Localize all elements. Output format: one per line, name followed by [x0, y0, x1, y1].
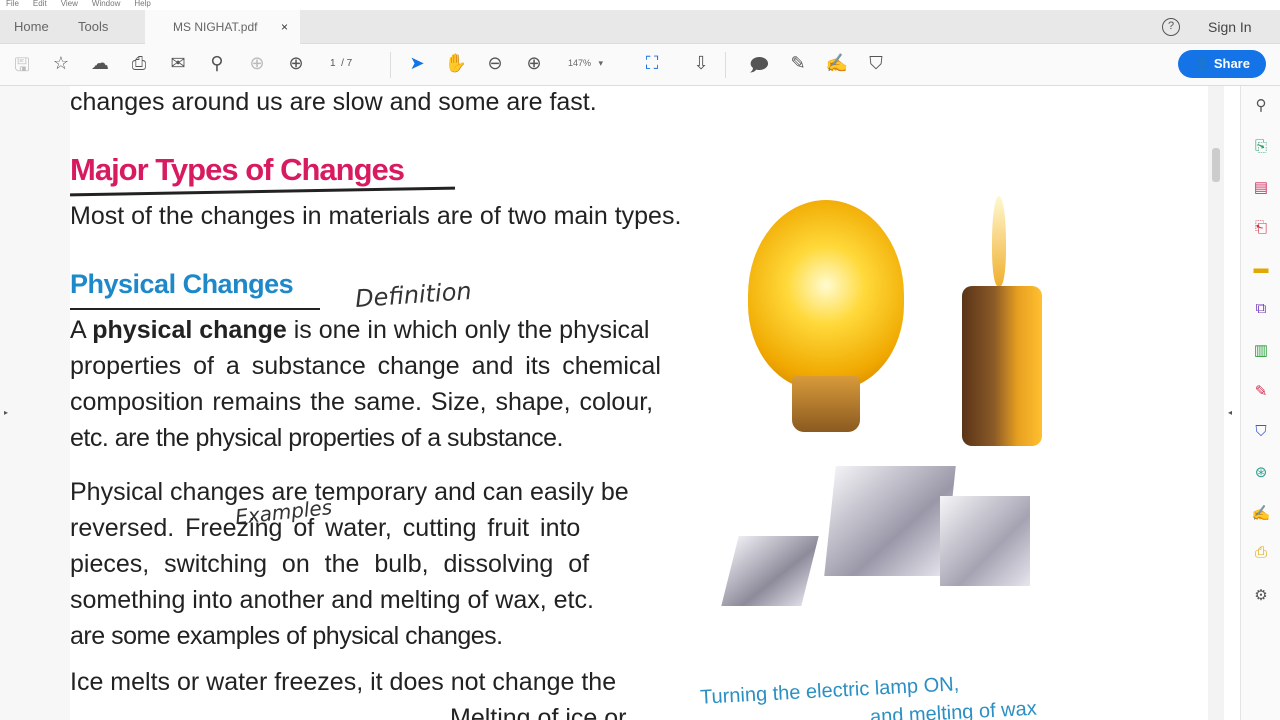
save-icon[interactable]: 🖫	[10, 53, 34, 83]
create-pdf-icon[interactable]: ▤	[1251, 178, 1271, 198]
tab-document[interactable]: MS NIGHAT.pdf ×	[145, 10, 300, 45]
select-cursor-icon[interactable]: ➤	[405, 53, 429, 74]
toolbar: 🖫 ☆ ☁ ⎙ ✉ ⚲ ⊕ ⊕ 1 / 7 ➤ ✋ ⊖ ⊕ 147% ▾ ⛶ ⇩…	[0, 44, 1280, 86]
document-tab-title: MS NIGHAT.pdf	[173, 20, 258, 34]
scroll-mode-icon[interactable]: ⇩	[689, 53, 713, 74]
protect-shield-icon[interactable]: ⛉	[1251, 423, 1271, 443]
ice-cubes-image	[690, 456, 1050, 626]
text-line: pieces, switching on the bulb, dissolvin…	[70, 550, 590, 578]
text-line: reversed. Freezing of water, cutting fru…	[70, 514, 581, 542]
email-icon[interactable]: ✉	[166, 53, 190, 74]
tab-tools[interactable]: Tools	[78, 10, 108, 44]
pdf-page: changes around us are slow and some are …	[70, 86, 1208, 720]
text-line: Most of the changes in materials are of …	[70, 202, 682, 230]
text-line: Melting of ice or	[450, 704, 627, 720]
page-current: 1	[330, 58, 336, 69]
expand-left-panel-icon[interactable]: ▸	[4, 408, 8, 417]
figure-caption: and melting of wax	[869, 697, 1038, 720]
zoom-out-icon[interactable]: ⊖	[483, 53, 507, 74]
text-line: something into another and melting of wa…	[70, 586, 594, 614]
text: is one in which only the physical	[293, 316, 650, 344]
menu-bar: File Edit View Window Help	[0, 0, 1280, 10]
highlight-pen-icon[interactable]: ✎	[786, 53, 810, 74]
sign-icon[interactable]: ✍	[825, 53, 849, 74]
hand-tool-icon[interactable]: ✋	[444, 53, 468, 74]
tab-bar: Home Tools MS NIGHAT.pdf × ? Sign In	[0, 10, 1280, 45]
menu-view[interactable]: View	[61, 0, 78, 10]
candle-image	[950, 196, 1050, 446]
text-line: etc. are the physical properties of a su…	[70, 424, 563, 452]
collapse-right-panel-icon[interactable]: ◂	[1228, 408, 1232, 417]
zoom-level-dropdown[interactable]: 147% ▾	[568, 58, 603, 69]
help-icon[interactable]: ?	[1162, 18, 1180, 36]
organize-pages-icon[interactable]: ▥	[1251, 341, 1271, 361]
underline-mark	[70, 186, 455, 197]
menu-file[interactable]: File	[6, 0, 19, 10]
handwritten-annotation: Definition	[354, 276, 473, 314]
share-label: Share	[1213, 56, 1250, 71]
menu-window[interactable]: Window	[92, 0, 120, 10]
text: A	[70, 316, 86, 344]
close-tab-icon[interactable]: ×	[281, 10, 288, 44]
zoom-value: 147%	[568, 58, 592, 68]
upload-cloud-icon[interactable]: ☁	[88, 53, 112, 74]
search-icon[interactable]: ⚲	[1251, 96, 1271, 116]
text-line: composition remains the same. Size, shap…	[70, 388, 654, 416]
text-line: properties of a substance change and its…	[70, 352, 661, 380]
divider	[725, 52, 726, 78]
page-total: / 7	[341, 58, 353, 69]
menu-help[interactable]: Help	[134, 0, 150, 10]
scrollbar-thumb[interactable]	[1212, 148, 1220, 182]
comment-icon[interactable]: 🗩	[747, 53, 771, 83]
search-zoom-icon[interactable]: ⚲	[205, 53, 229, 74]
print-icon[interactable]: ⎙	[127, 53, 151, 74]
menu-edit[interactable]: Edit	[33, 0, 47, 10]
page-number-input[interactable]: 1 / 7	[330, 58, 352, 69]
right-tools-panel: ⚲ ⎘ ▤ ⎗ ▬ ⧉ ▥ ✎ ⛉ ⊛ ✍ ⎙ ⚙	[1240, 86, 1280, 720]
zoom-in-icon[interactable]: ⊕	[522, 53, 546, 74]
text-line: changes around us are slow and some are …	[70, 88, 597, 116]
fit-page-icon[interactable]: ⛶	[640, 53, 664, 74]
left-panel-gutter: ▸	[0, 86, 70, 720]
export-pdf-icon[interactable]: ⎘	[1251, 138, 1271, 158]
more-tools-icon[interactable]: ⚙	[1251, 586, 1271, 606]
stamp-icon[interactable]: ⛉	[864, 53, 888, 74]
vertical-scrollbar[interactable]	[1208, 86, 1224, 720]
share-button[interactable]: 👤 Share	[1178, 50, 1266, 78]
send-track-icon[interactable]: ⎙	[1251, 544, 1271, 564]
text-line: are some examples of physical changes.	[70, 622, 503, 650]
text-line: Ice melts or water freezes, it does not …	[70, 668, 617, 696]
bulb-base	[792, 376, 860, 432]
underline-mark	[70, 308, 320, 310]
tab-home[interactable]: Home	[14, 10, 49, 44]
edit-pdf-icon[interactable]: ⎗	[1251, 219, 1271, 239]
next-page-icon[interactable]: ⊕	[284, 53, 308, 74]
comment-tool-icon[interactable]: ▬	[1251, 260, 1271, 280]
text-line: Physical changes are temporary and can e…	[70, 478, 629, 506]
bookmark-star-icon[interactable]: ☆	[49, 53, 73, 74]
combine-files-icon[interactable]: ⧉	[1251, 300, 1271, 320]
send-for-signature-icon[interactable]: ✍	[1251, 504, 1271, 524]
heading-physical-changes: Physical Changes	[70, 269, 294, 299]
optimize-pdf-icon[interactable]: ⊛	[1251, 463, 1271, 483]
sign-in-link[interactable]: Sign In	[1208, 10, 1252, 44]
heading-major-types: Major Types of Changes	[70, 152, 405, 187]
light-bulb-image	[748, 200, 904, 390]
bold-term: physical change	[92, 316, 287, 344]
previous-page-icon[interactable]: ⊕	[245, 53, 269, 74]
fill-sign-icon[interactable]: ✎	[1251, 382, 1271, 402]
divider	[390, 52, 391, 78]
